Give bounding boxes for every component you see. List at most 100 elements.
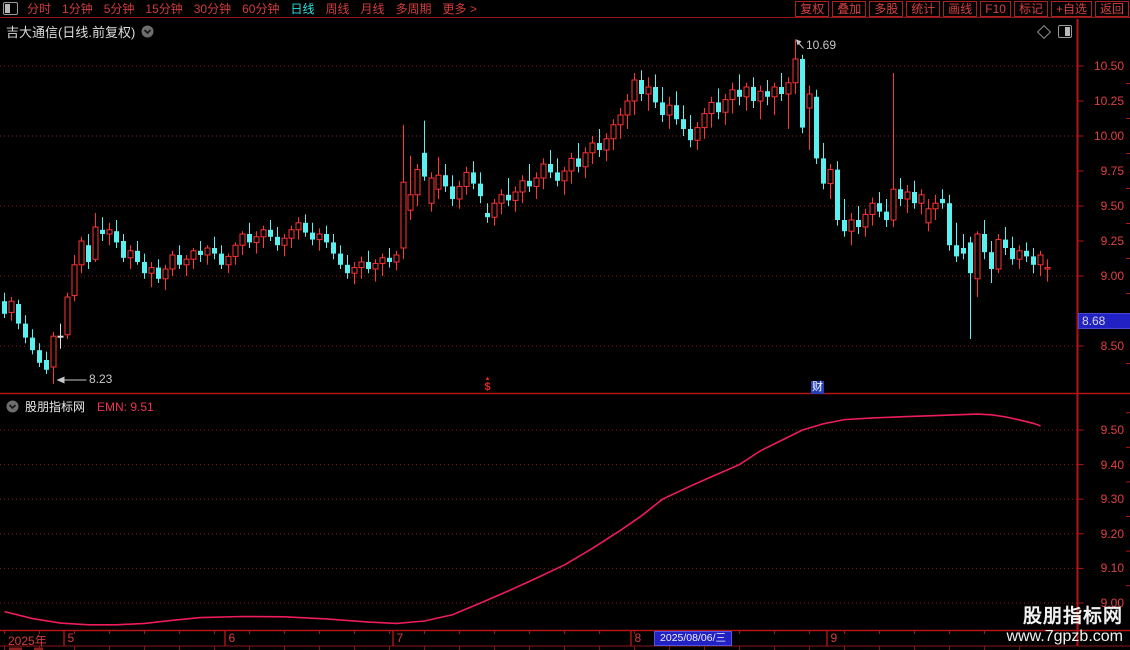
timeline-month-label: 5 <box>67 631 75 645</box>
candle <box>44 351 49 374</box>
candle <box>428 172 435 212</box>
candle <box>148 262 155 288</box>
right-panel-toggle-icon[interactable] <box>1058 25 1072 38</box>
candle <box>800 54 805 134</box>
high-price-annotation: 10.69 <box>806 38 837 52</box>
candle <box>947 194 952 251</box>
dollar-signal-marker[interactable]: ▲ $ <box>480 376 495 393</box>
candle <box>1037 250 1044 276</box>
indicator-axis-label: 9.50 <box>1100 423 1124 437</box>
candle <box>86 234 91 269</box>
candle <box>898 178 903 206</box>
candle <box>639 70 644 101</box>
main-chart-canvas[interactable] <box>0 0 1130 650</box>
candle <box>366 250 371 274</box>
candle <box>379 253 386 276</box>
candle <box>645 77 652 111</box>
candle <box>387 248 392 268</box>
candle <box>1024 242 1029 262</box>
high-annotation-arrowhead <box>796 39 802 46</box>
price-axis-label: 8.50 <box>1100 339 1124 353</box>
candle <box>212 236 217 260</box>
candle <box>310 222 315 246</box>
diamond-icon[interactable] <box>1036 24 1052 39</box>
indicator-axis-label: 9.30 <box>1100 492 1124 507</box>
candle <box>561 166 568 195</box>
indicator-axis-label: 9.20 <box>1100 526 1124 541</box>
candle <box>393 250 400 271</box>
candle <box>177 245 182 269</box>
candle <box>198 241 203 262</box>
chevron-down-circle-icon[interactable] <box>6 400 19 413</box>
candle <box>57 323 64 349</box>
candle <box>23 315 28 344</box>
candle <box>716 88 721 120</box>
candle <box>555 158 560 187</box>
candle <box>862 208 869 237</box>
candle <box>275 227 280 251</box>
price-axis-label: 10.50 <box>1093 59 1124 73</box>
candle <box>737 74 742 106</box>
candle <box>351 262 358 285</box>
candle <box>792 39 799 94</box>
candle <box>316 228 323 251</box>
candle <box>456 180 463 209</box>
candle <box>156 259 161 283</box>
candle <box>576 143 581 173</box>
candle <box>660 87 665 122</box>
candle <box>653 74 658 108</box>
candle <box>114 220 119 248</box>
last-price-tag: 8.68 <box>1078 313 1130 329</box>
candle <box>260 225 267 248</box>
indicator-axis-label: 9.10 <box>1100 561 1124 576</box>
candle <box>729 82 736 114</box>
finance-report-marker[interactable]: 财 <box>811 381 824 394</box>
candle <box>842 199 847 237</box>
timeline-month-label: 9 <box>830 631 838 645</box>
candle <box>485 203 490 223</box>
page-title: 吉大通信(日线.前复权) <box>6 25 136 40</box>
candle <box>701 108 708 139</box>
indicator-header: 股朋指标网 EMN: 9.51 <box>6 398 154 415</box>
candle <box>597 129 602 157</box>
candle <box>877 192 882 218</box>
emn-label: EMN: 9.51 <box>97 399 154 414</box>
low-annotation-arrowhead <box>56 376 65 384</box>
candle <box>190 248 197 269</box>
candle <box>135 241 140 265</box>
price-axis-label: 9.50 <box>1100 199 1124 213</box>
candle <box>694 122 701 150</box>
candle <box>814 89 819 164</box>
candle <box>674 91 679 125</box>
candle <box>435 157 442 199</box>
candle <box>1016 245 1023 269</box>
candle <box>1031 248 1036 274</box>
candle <box>64 292 71 339</box>
candle <box>232 242 239 265</box>
candle <box>603 133 610 162</box>
timeline-month-label: 7 <box>396 631 404 645</box>
candle <box>1003 227 1008 255</box>
candle <box>722 94 729 125</box>
candle <box>50 332 57 384</box>
candle <box>617 108 624 139</box>
chevron-down-circle-icon[interactable] <box>141 25 154 38</box>
candle <box>982 220 987 260</box>
candle <box>183 255 190 276</box>
candle <box>450 175 455 206</box>
candle <box>589 136 596 164</box>
candle <box>968 236 973 339</box>
candle <box>835 161 840 226</box>
candle <box>688 115 693 148</box>
candle <box>2 292 7 318</box>
candle <box>869 197 876 226</box>
candle <box>1010 236 1015 265</box>
candle <box>757 85 764 120</box>
candle <box>1044 259 1051 282</box>
candle <box>239 231 246 255</box>
candle <box>478 172 483 204</box>
candle <box>463 166 470 195</box>
candle <box>338 245 343 269</box>
chart-title-bar: 吉大通信(日线.前复权) <box>6 22 154 41</box>
candle <box>582 147 589 178</box>
